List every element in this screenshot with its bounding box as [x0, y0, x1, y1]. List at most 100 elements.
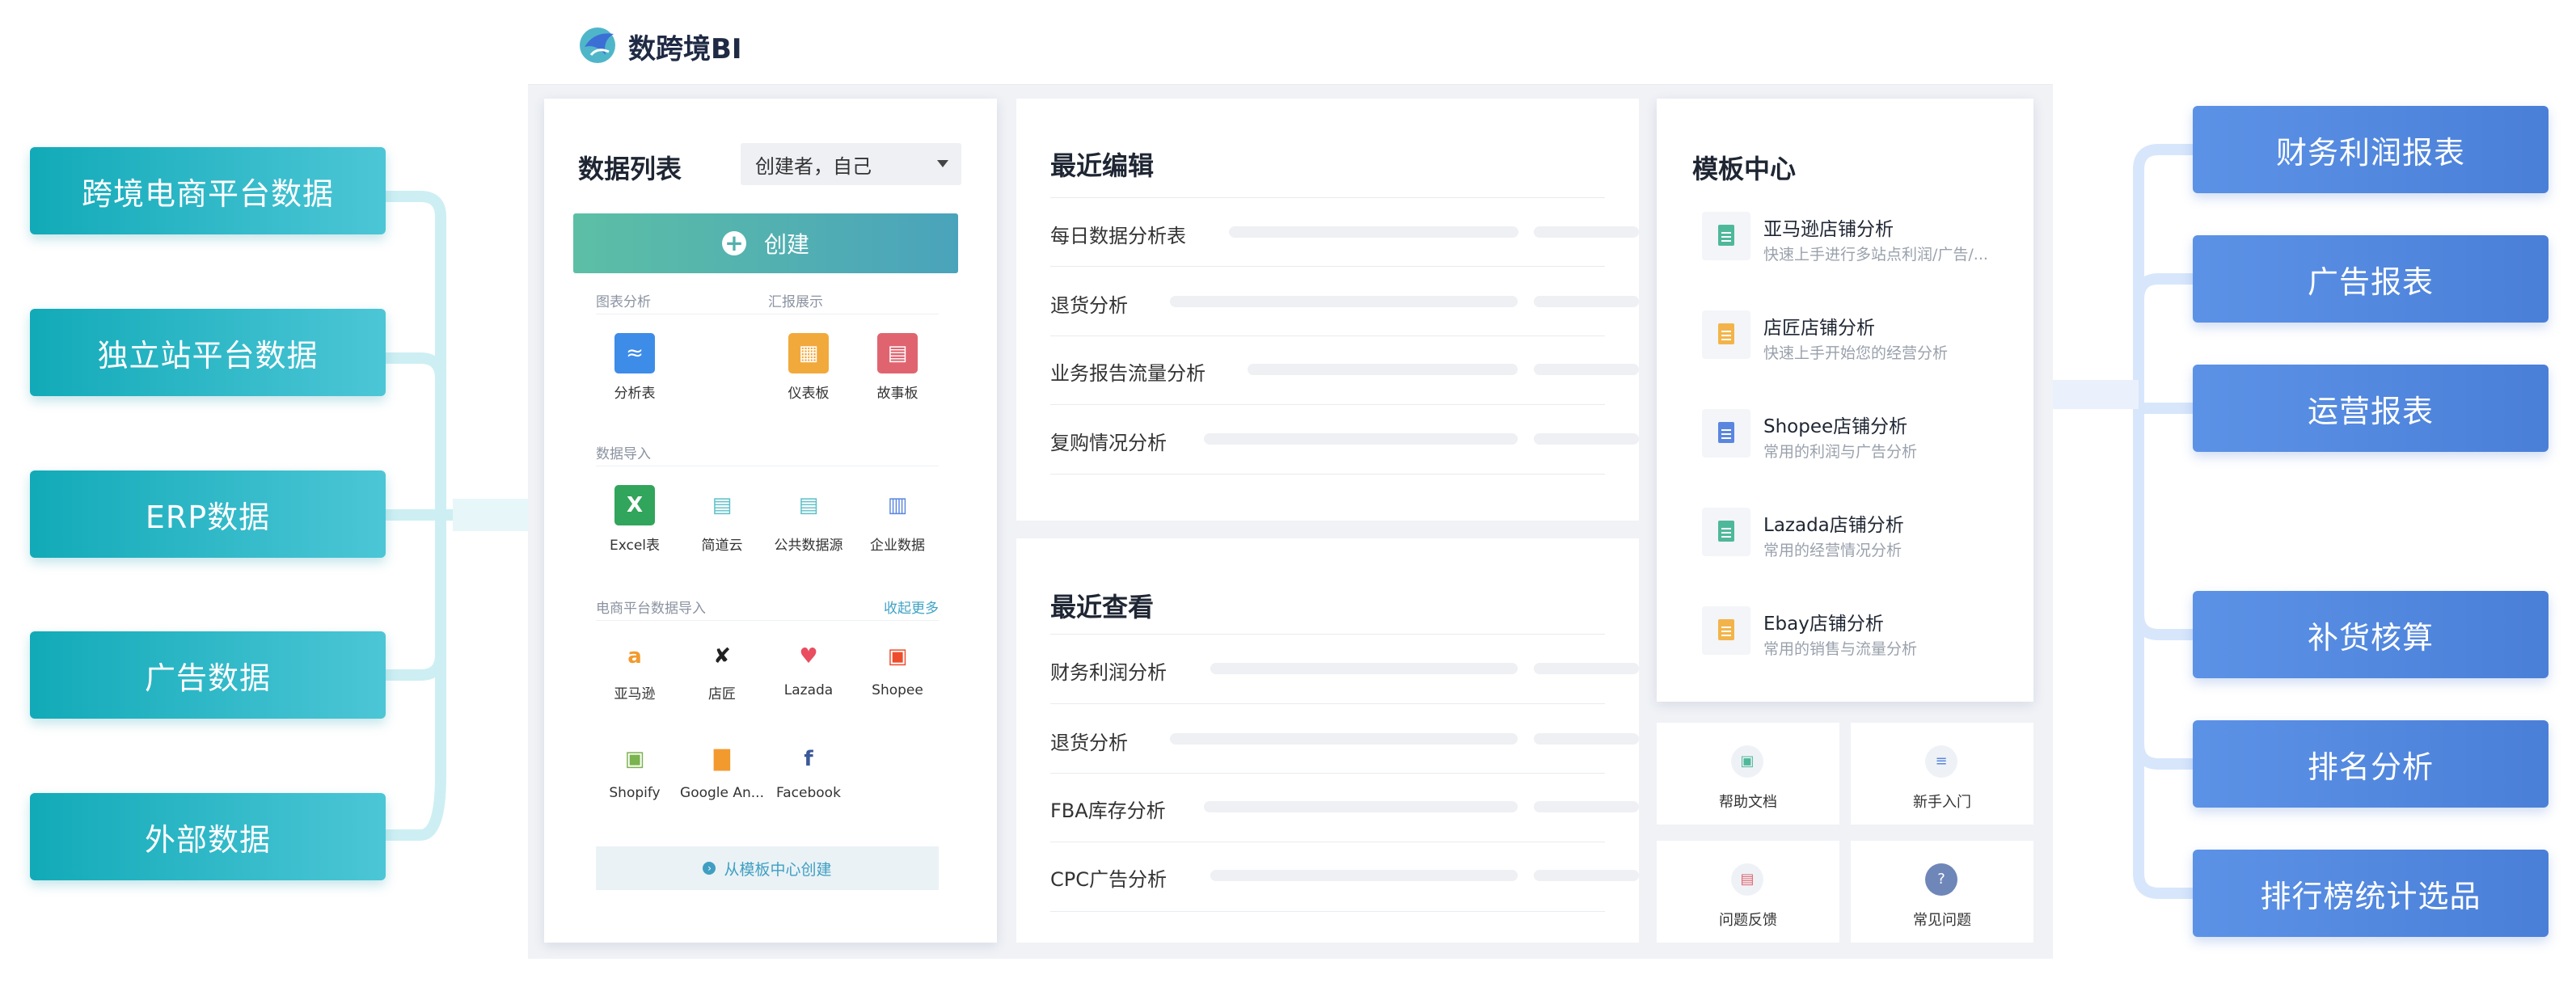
recent-edit-title: 最近编辑 — [1050, 150, 1155, 181]
faq-card[interactable]: ? 常见问题 — [1851, 841, 2033, 943]
beginner-label: 新手入门 — [1913, 794, 1971, 811]
placeholder-bar — [1210, 870, 1518, 881]
tile-storyboard[interactable]: ▤ 故事板 — [853, 333, 942, 402]
tile-label: Shopify — [609, 785, 661, 801]
recent-view-item[interactable]: 退货分析 — [1050, 727, 1128, 755]
tile-label: 企业数据 — [870, 538, 925, 554]
section-report-display: 汇报展示 — [768, 294, 823, 310]
template-doc-icon — [1702, 310, 1750, 359]
recent-view-panel: 最近查看 财务利润分析 退货分析 FBA库存分析 CPC广告分析 — [1016, 538, 1639, 943]
placeholder-bar — [1210, 663, 1518, 674]
tile-label: 分析表 — [614, 386, 656, 402]
excel-icon: X — [614, 485, 655, 525]
recent-edit-item[interactable]: 每日数据分析表 — [1050, 220, 1186, 248]
recent-edit-item[interactable]: 复购情况分析 — [1050, 427, 1167, 455]
placeholder-bar — [1204, 801, 1518, 812]
template-name[interactable]: 亚马逊店铺分析 — [1763, 213, 1894, 241]
placeholder-bar — [1248, 364, 1518, 375]
tile-shopify[interactable]: ▣ Shopify — [590, 741, 679, 801]
feedback-card[interactable]: ▤ 问题反馈 — [1657, 841, 1839, 943]
tile-analysis-table[interactable]: ≈ 分析表 — [590, 333, 679, 402]
collapse-more-link[interactable]: 收起更多 — [884, 597, 939, 617]
output-pill-product-selection: 排行榜统计选品 — [2193, 850, 2549, 937]
facebook-icon: f — [804, 747, 813, 771]
tile-label: Google An... — [680, 785, 764, 801]
recent-view-item[interactable]: FBA库存分析 — [1050, 795, 1166, 823]
template-desc: 常用的利润与广告分析 — [1763, 443, 1918, 461]
template-desc: 快速上手开始您的经营分析 — [1763, 344, 1949, 362]
divider — [1050, 773, 1605, 774]
tile-label: Lazada — [783, 682, 834, 698]
template-name[interactable]: Shopee店铺分析 — [1763, 411, 1907, 438]
placeholder-bar — [1229, 226, 1518, 238]
placeholder-bar — [1534, 663, 1639, 674]
source-pill-ads: 广告数据 — [30, 631, 386, 719]
tile-enterprise-data[interactable]: ▥ 企业数据 — [853, 485, 942, 554]
output-pill-ranking: 排名分析 — [2193, 720, 2549, 808]
placeholder-bar — [1534, 733, 1639, 745]
amazon-icon: a — [627, 644, 642, 669]
placeholder-bar — [1534, 226, 1639, 238]
tile-shopee[interactable]: ▣ Shopee — [853, 639, 942, 698]
lazada-icon: ♥ — [799, 644, 818, 669]
tile-google-analytics[interactable]: ▇ Google An... — [678, 741, 766, 801]
beginner-guide-card[interactable]: ≡ 新手入门 — [1851, 723, 2033, 825]
output-pill-ad-report: 广告报表 — [2193, 235, 2549, 323]
create-button[interactable]: + 创建 — [573, 213, 958, 273]
divider — [1050, 911, 1605, 912]
google-analytics-icon: ▇ — [714, 747, 730, 771]
recent-edit-panel: 最近编辑 每日数据分析表 退货分析 业务报告流量分析 复购情况分析 — [1016, 99, 1639, 521]
source-pill-independent-site: 独立站平台数据 — [30, 309, 386, 396]
recent-view-item[interactable]: CPC广告分析 — [1050, 863, 1167, 892]
divider — [596, 620, 939, 621]
placeholder-bar — [1534, 364, 1639, 375]
source-pill-external: 外部数据 — [30, 793, 386, 880]
tile-excel[interactable]: X Excel表 — [590, 485, 679, 554]
recent-edit-item[interactable]: 业务报告流量分析 — [1050, 357, 1206, 386]
shopee-icon: ▣ — [887, 644, 908, 669]
tile-lazada[interactable]: ♥ Lazada — [764, 639, 853, 698]
tile-public-datasource[interactable]: ▤ 公共数据源 — [764, 485, 853, 554]
section-ecommerce-import: 电商平台数据导入 — [596, 601, 706, 617]
template-name[interactable]: 店匠店铺分析 — [1763, 312, 1875, 340]
placeholder-bar — [1170, 296, 1518, 307]
create-from-template-button[interactable]: › 从模板中心创建 — [596, 846, 939, 890]
tile-label: 亚马逊 — [614, 686, 656, 702]
tile-label: Excel表 — [609, 538, 661, 554]
feedback-icon: ▤ — [1731, 863, 1763, 896]
tile-dashboard[interactable]: ▦ 仪表板 — [764, 333, 853, 402]
tile-shoplazza[interactable]: ✘ 店匠 — [678, 639, 766, 702]
source-pill-crossborder: 跨境电商平台数据 — [30, 147, 386, 234]
creator-filter-select[interactable]: 创建者，自己 — [741, 143, 961, 185]
jiandaoyun-icon: ▤ — [712, 493, 733, 517]
recent-edit-item[interactable]: 退货分析 — [1050, 289, 1128, 318]
tile-jiandaoyun[interactable]: ▤ 简道云 — [678, 485, 766, 554]
data-list-panel: 数据列表 创建者，自己 + 创建 图表分析 汇报展示 ≈ 分析表 ▦ 仪表板 ▤… — [544, 99, 997, 943]
bi-app-window: 数跨境BI 数据列表 创建者，自己 + 创建 图表分析 汇报展示 ≈ 分析表 ▦… — [528, 0, 2053, 959]
template-doc-icon — [1702, 606, 1750, 655]
template-desc: 常用的经营情况分析 — [1763, 542, 1902, 559]
placeholder-bar — [1534, 870, 1639, 881]
template-name[interactable]: Lazada店铺分析 — [1763, 509, 1904, 537]
recent-view-title: 最近查看 — [1050, 592, 1155, 622]
question-icon: ? — [1925, 863, 1957, 896]
faq-label: 常见问题 — [1913, 912, 1971, 929]
tile-facebook[interactable]: f Facebook — [764, 741, 853, 801]
placeholder-bar — [1534, 433, 1639, 445]
create-button-label: 创建 — [763, 231, 809, 258]
divider — [1050, 634, 1605, 635]
output-pill-finance: 财务利润报表 — [2193, 106, 2549, 193]
template-center-panel: 模板中心 亚马逊店铺分析 快速上手进行多站点利润/广告/... 店匠店铺分析 快… — [1657, 99, 2033, 702]
guide-icon: ≡ — [1925, 745, 1957, 778]
app-name: 数跨境BI — [628, 33, 742, 65]
tile-label: 公共数据源 — [774, 538, 843, 554]
shopify-icon: ▣ — [624, 747, 645, 771]
recent-view-item[interactable]: 财务利润分析 — [1050, 656, 1167, 685]
help-docs-card[interactable]: ▣ 帮助文档 — [1657, 723, 1839, 825]
create-from-template-label: 从模板中心创建 — [724, 860, 832, 879]
divider — [1050, 197, 1605, 198]
template-name[interactable]: Ebay店铺分析 — [1763, 608, 1884, 635]
tile-amazon[interactable]: a 亚马逊 — [590, 639, 679, 702]
placeholder-bar — [1204, 433, 1518, 445]
placeholder-bar — [1170, 733, 1518, 745]
